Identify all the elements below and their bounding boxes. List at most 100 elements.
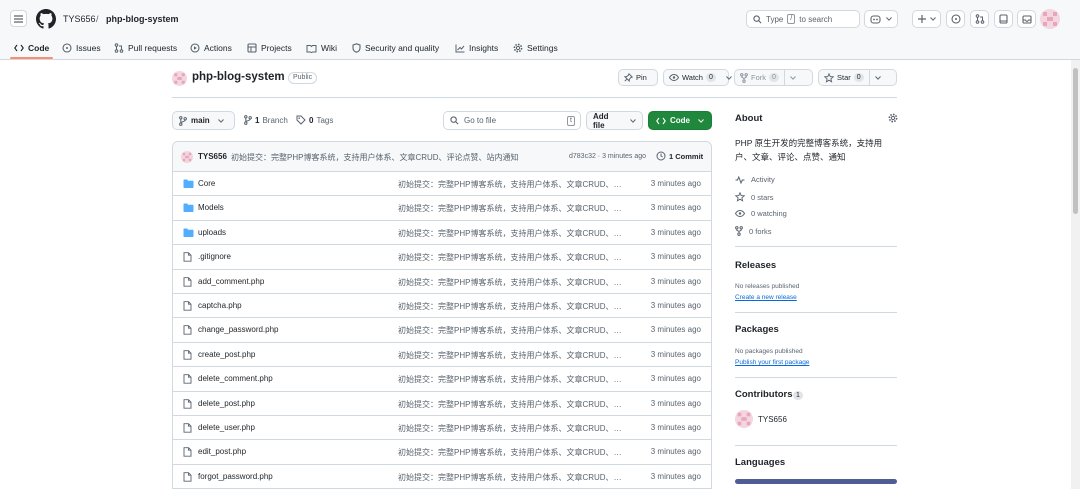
file-name[interactable]: create_post.php	[198, 350, 255, 359]
file-row[interactable]: delete_user.php 初始提交：完整PHP博客系统，支持用户体系、文章C…	[173, 416, 711, 441]
scrollbar-thumb[interactable]	[1073, 68, 1078, 214]
file-name[interactable]: uploads	[198, 228, 226, 237]
file-row[interactable]: edit_post.php 初始提交：完整PHP博客系统，支持用户体系、文章CRU…	[173, 440, 711, 465]
fork-button[interactable]: Fork 0	[734, 69, 813, 86]
file-row[interactable]: uploads 初始提交：完整PHP博客系统，支持用户体系、文章CRUD、评论点赞…	[173, 221, 711, 246]
file-name[interactable]: Core	[198, 179, 215, 188]
releases-heading[interactable]: Releases	[735, 260, 776, 271]
file-row[interactable]: Models 初始提交：完整PHP博客系统，支持用户体系、文章CRUD、评论点赞、…	[173, 196, 711, 221]
file-row[interactable]: forgot_password.php 初始提交：完整PHP博客系统，支持用户体系…	[173, 465, 711, 489]
breadcrumb-separator: /	[96, 14, 99, 24]
tab-pull-requests[interactable]: Pull requests	[114, 36, 177, 60]
file-commit-message[interactable]: 初始提交：完整PHP博客系统，支持用户体系、文章CRUD、评论点赞、站内通知	[398, 374, 628, 385]
file-name[interactable]: captcha.php	[198, 301, 242, 310]
branch-label: Branch	[262, 115, 288, 125]
go-to-file-input[interactable]: Go to file t	[443, 111, 581, 130]
create-new-button[interactable]	[912, 10, 941, 28]
tab-insights[interactable]: Insights	[455, 36, 498, 60]
publish-package-link[interactable]: Publish your first package	[735, 359, 809, 366]
global-search-input[interactable]: Type / to search	[746, 10, 860, 28]
file-name[interactable]: add_comment.php	[198, 277, 264, 286]
file-name[interactable]: .gitignore	[198, 252, 231, 261]
tab-actions-label: Actions	[204, 43, 232, 53]
tab-issues[interactable]: Issues	[62, 36, 101, 60]
packages-heading[interactable]: Packages	[735, 324, 779, 335]
latest-commit-bar: TYS656 初始提交：完整PHP博客系统，支持用户体系、文章CRUD、评论点赞…	[173, 142, 711, 172]
file-name[interactable]: change_password.php	[198, 325, 279, 334]
menu-button[interactable]	[10, 10, 27, 27]
file-commit-message[interactable]: 初始提交：完整PHP博客系统，支持用户体系、文章CRUD、评论点赞、站内通知	[398, 277, 628, 288]
folder-icon-wrap	[183, 228, 194, 237]
file-name[interactable]: forgot_password.php	[198, 472, 273, 481]
file-commit-message[interactable]: 初始提交：完整PHP博客系统，支持用户体系、文章CRUD、评论点赞、站内通知	[398, 447, 628, 458]
tags-link[interactable]: 0 Tags	[296, 115, 333, 125]
file-commit-time: 3 minutes ago	[650, 300, 701, 310]
contributor-item[interactable]: TYS656	[735, 410, 787, 428]
branch-selector[interactable]: main	[172, 111, 235, 130]
file-commit-message[interactable]: 初始提交：完整PHP博客系统，支持用户体系、文章CRUD、评论点赞、站内通知	[398, 203, 628, 214]
issues-button[interactable]	[946, 10, 965, 28]
file-row[interactable]: delete_post.php 初始提交：完整PHP博客系统，支持用户体系、文章C…	[173, 392, 711, 416]
file-name[interactable]: Models	[198, 203, 224, 212]
releases-empty-text: No releases published	[735, 283, 800, 290]
file-row[interactable]: add_comment.php 初始提交：完整PHP博客系统，支持用户体系、文章C…	[173, 270, 711, 294]
contributors-heading[interactable]: Contributors	[735, 389, 793, 400]
languages-heading: Languages	[735, 457, 786, 468]
file-row[interactable]: create_post.php 初始提交：完整PHP博客系统，支持用户体系、文章C…	[173, 343, 711, 368]
tab-wiki[interactable]: Wiki	[306, 36, 337, 60]
branches-link[interactable]: 1 Branch	[244, 115, 288, 125]
copilot-button[interactable]	[864, 10, 898, 28]
github-logo-icon[interactable]	[36, 9, 56, 29]
forks-link[interactable]: 0 forks	[735, 226, 772, 236]
file-commit-message[interactable]: 初始提交：完整PHP博客系统，支持用户体系、文章CRUD、评论点赞、站内通知	[398, 423, 628, 434]
breadcrumb-owner[interactable]: TYS656	[63, 14, 96, 24]
pin-button[interactable]: Pin	[618, 69, 658, 86]
file-name[interactable]: delete_post.php	[198, 399, 255, 408]
code-button[interactable]: Code	[648, 111, 712, 130]
file-row[interactable]: delete_comment.php 初始提交：完整PHP博客系统，支持用户体系、…	[173, 367, 711, 392]
tab-projects[interactable]: Projects	[247, 36, 292, 60]
fork-icon	[740, 72, 748, 83]
file-commit-message[interactable]: 初始提交：完整PHP博客系统，支持用户体系、文章CRUD、评论点赞、站内通知	[398, 228, 628, 239]
star-dropdown[interactable]	[870, 70, 886, 85]
file-commit-message[interactable]: 初始提交：完整PHP博客系统，支持用户体系、文章CRUD、评论点赞、站内通知	[398, 252, 628, 263]
commit-author[interactable]: TYS656	[198, 152, 227, 161]
file-row[interactable]: captcha.php 初始提交：完整PHP博客系统，支持用户体系、文章CRUD、…	[173, 294, 711, 319]
watchers-link[interactable]: 0 watching	[735, 209, 787, 218]
add-file-button[interactable]: Add file	[586, 111, 643, 130]
branch-name: main	[191, 116, 210, 125]
file-row[interactable]: change_password.php 初始提交：完整PHP博客系统，支持用户体系…	[173, 318, 711, 343]
file-commit-message[interactable]: 初始提交：完整PHP博客系统，支持用户体系、文章CRUD、评论点赞、站内通知	[398, 350, 628, 361]
file-name[interactable]: delete_comment.php	[198, 374, 273, 383]
file-commit-message[interactable]: 初始提交：完整PHP博客系统，支持用户体系、文章CRUD、评论点赞、站内通知	[398, 179, 628, 190]
tab-actions[interactable]: Actions	[190, 36, 232, 60]
fork-dropdown[interactable]	[785, 70, 801, 85]
file-commit-message[interactable]: 初始提交：完整PHP博客系统，支持用户体系、文章CRUD、评论点赞、站内通知	[398, 472, 628, 483]
file-commit-message[interactable]: 初始提交：完整PHP博客系统，支持用户体系、文章CRUD、评论点赞、站内通知	[398, 325, 628, 336]
stars-link[interactable]: 0 stars	[735, 192, 774, 202]
file-commit-message[interactable]: 初始提交：完整PHP博客系统，支持用户体系、文章CRUD、评论点赞、站内通知	[398, 301, 628, 312]
file-name[interactable]: delete_user.php	[198, 423, 255, 432]
commit-history-link[interactable]: 1 Commit	[656, 151, 703, 161]
pull-requests-button[interactable]	[970, 10, 989, 28]
create-release-link[interactable]: Create a new release	[735, 294, 797, 301]
tab-settings[interactable]: Settings	[513, 36, 558, 60]
tab-security[interactable]: Security and quality	[352, 36, 439, 60]
commit-message[interactable]: 初始提交：完整PHP博客系统，支持用户体系、文章CRUD、评论点赞、站内通知	[231, 152, 519, 163]
about-heading: About	[735, 113, 763, 124]
file-name[interactable]: edit_post.php	[198, 447, 246, 456]
repositories-button[interactable]	[994, 10, 1013, 28]
activity-link[interactable]: Activity	[735, 175, 775, 184]
file-row[interactable]: Core 初始提交：完整PHP博客系统，支持用户体系、文章CRUD、评论点赞、站内…	[173, 172, 711, 197]
commit-hash-time[interactable]: d783c32 · 3 minutes ago	[569, 153, 646, 160]
star-button[interactable]: Star 0	[818, 69, 897, 86]
notifications-button[interactable]	[1017, 10, 1036, 28]
file-row[interactable]: .gitignore 初始提交：完整PHP博客系统，支持用户体系、文章CRUD、评…	[173, 245, 711, 270]
gear-icon[interactable]	[888, 113, 898, 123]
user-avatar[interactable]	[1040, 9, 1060, 29]
watch-button[interactable]: Watch 0	[663, 69, 732, 86]
breadcrumb-repo[interactable]: php-blog-system	[106, 14, 179, 24]
repo-title[interactable]: php-blog-system	[192, 71, 285, 83]
commit-author-avatar[interactable]	[181, 151, 193, 163]
file-commit-message[interactable]: 初始提交：完整PHP博客系统，支持用户体系、文章CRUD、评论点赞、站内通知	[398, 399, 628, 410]
